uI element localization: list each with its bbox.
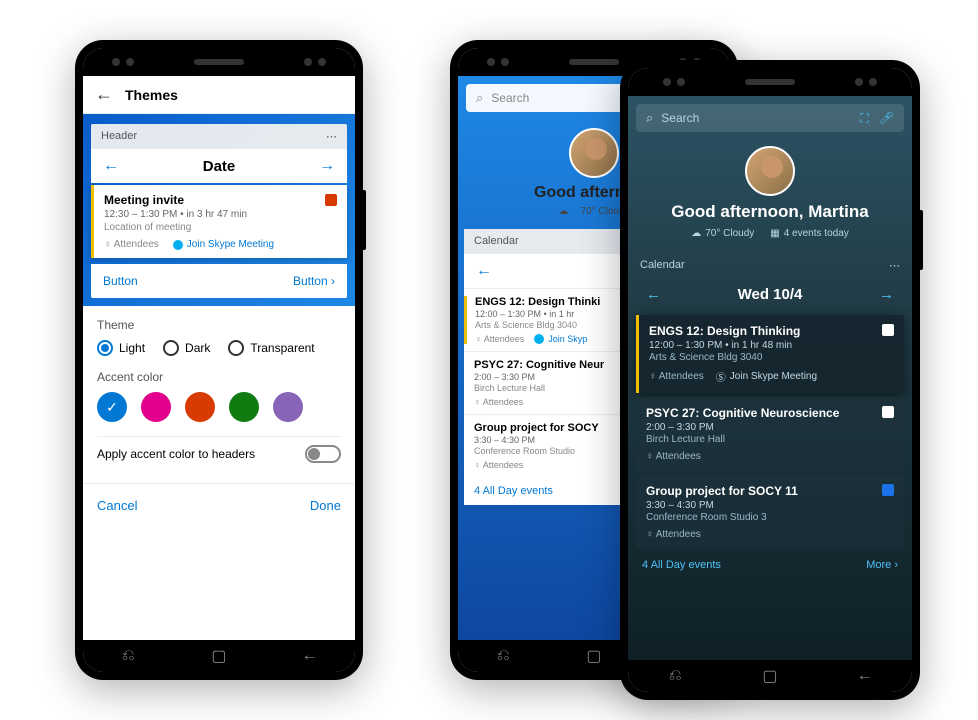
- next-arrow-icon[interactable]: →: [879, 286, 894, 303]
- skype-link[interactable]: Join Skyp: [534, 334, 587, 344]
- office-icon: [882, 324, 894, 336]
- done-button[interactable]: Done: [310, 498, 341, 513]
- radio-transparent[interactable]: Transparent: [228, 340, 314, 356]
- office-icon: [325, 194, 337, 206]
- calendar-icon: ▦: [770, 228, 779, 239]
- preview-button-left[interactable]: Button: [103, 274, 138, 288]
- calendar-panel: Calendar ⋯ ← Wed 10/4 → ENGS 12: Design …: [636, 253, 904, 581]
- greeting-block: Good afternoon, Martina ☁ 70° Cloudy ▦ 4…: [628, 140, 912, 243]
- attendees-label[interactable]: ♀ Attendees: [646, 451, 701, 462]
- weather-icon: ☁: [691, 228, 701, 239]
- nav-home-icon[interactable]: ▢: [211, 648, 227, 664]
- calendar-date: Wed 10/4: [738, 286, 803, 303]
- attendees-label[interactable]: ♀ Attendees: [104, 239, 159, 250]
- apply-header-label: Apply accent color to headers: [97, 447, 255, 461]
- more-icon[interactable]: ⋯: [889, 259, 900, 272]
- search-input[interactable]: ⌕ Search ⛶ 🎤︎: [636, 104, 904, 132]
- nav-home-icon[interactable]: ▢: [762, 668, 778, 684]
- accent-color-blue[interactable]: ✓: [97, 392, 127, 422]
- calendar-label: Calendar: [640, 259, 685, 272]
- theme-preview: Header ⋯ ← Date → Meeting invite 12:30 –…: [83, 114, 355, 306]
- all-day-link[interactable]: 4 All Day events: [642, 559, 721, 571]
- themes-header: ← Themes: [83, 76, 355, 114]
- cancel-button[interactable]: Cancel: [97, 498, 137, 513]
- skype-icon: Ⓢ: [716, 369, 726, 384]
- event-location: Location of meeting: [104, 222, 337, 233]
- back-icon[interactable]: ←: [95, 84, 113, 105]
- phone-power-button: [363, 190, 366, 250]
- apply-header-toggle[interactable]: [305, 445, 341, 463]
- accent-color-pink[interactable]: [141, 392, 171, 422]
- preview-button-right[interactable]: Button ›: [293, 274, 335, 288]
- calendar-label: Calendar: [474, 235, 519, 248]
- phone-notch: [628, 68, 912, 96]
- search-placeholder: Search: [661, 111, 699, 125]
- event-title: Meeting invite: [104, 193, 184, 207]
- avatar[interactable]: [745, 146, 795, 196]
- accent-label: Accent color: [97, 370, 341, 384]
- scan-icon[interactable]: ⛶: [860, 111, 868, 126]
- search-icon: ⌕: [646, 110, 653, 126]
- phone-themes: ← Themes Header ⋯ ← Date → Meeting invit…: [75, 40, 363, 680]
- radio-dark[interactable]: Dark: [163, 340, 210, 356]
- nav-back-icon[interactable]: ←: [302, 648, 318, 664]
- prev-arrow-icon[interactable]: ←: [476, 262, 492, 280]
- event-card[interactable]: Group project for SOCY 11 3:30 – 4:30 PM…: [636, 475, 904, 549]
- event-card[interactable]: PSYC 27: Cognitive Neuroscience 2:00 – 3…: [636, 397, 904, 471]
- skype-link[interactable]: Ⓢ Join Skype Meeting: [716, 369, 817, 384]
- theme-label: Theme: [97, 318, 341, 332]
- more-link[interactable]: More ›: [866, 559, 898, 571]
- radio-light[interactable]: Light: [97, 340, 145, 356]
- accent-color-purple[interactable]: [273, 392, 303, 422]
- avatar[interactable]: [569, 128, 619, 178]
- preview-date-row: ← Date →: [91, 149, 347, 183]
- events-today: 4 events today: [784, 228, 849, 239]
- skype-link[interactable]: Join Skype Meeting: [173, 239, 274, 250]
- nav-back-icon[interactable]: ←: [857, 668, 873, 684]
- office-icon: [882, 406, 894, 418]
- page-title: Themes: [125, 87, 178, 103]
- phone-launcher-dark: ⌕ Search ⛶ 🎤︎ Good afternoon, Martina ☁ …: [620, 60, 920, 700]
- preview-header-row: Header ⋯: [91, 124, 347, 149]
- event-time: 12:30 – 1:30 PM • in 3 hr 47 min: [104, 209, 337, 220]
- attendees-label[interactable]: ♀ Attendees: [474, 397, 523, 407]
- weather-text: 70° Cloudy: [705, 228, 754, 239]
- attendees-label[interactable]: ♀ Attendees: [649, 371, 704, 382]
- calendar-icon: [882, 484, 894, 496]
- event-card[interactable]: ENGS 12: Design Thinking 12:00 – 1:30 PM…: [636, 315, 904, 393]
- more-icon[interactable]: ⋯: [326, 130, 337, 143]
- nav-home-icon[interactable]: ▢: [586, 648, 602, 664]
- skype-icon: [173, 240, 183, 250]
- attendees-label[interactable]: ♀ Attendees: [474, 460, 523, 470]
- nav-recents-icon[interactable]: ⎌: [120, 648, 136, 664]
- preview-button-row: Button Button ›: [91, 264, 347, 298]
- preview-header-label: Header: [101, 130, 137, 143]
- preview-event-card[interactable]: Meeting invite 12:30 – 1:30 PM • in 3 hr…: [91, 185, 347, 258]
- check-icon: ✓: [106, 399, 118, 416]
- nav-recents-icon[interactable]: ⎌: [667, 668, 683, 684]
- prev-arrow-icon[interactable]: ←: [103, 157, 119, 175]
- mic-icon[interactable]: 🎤︎: [879, 111, 894, 126]
- accent-color-green[interactable]: [229, 392, 259, 422]
- accent-color-orange[interactable]: [185, 392, 215, 422]
- next-arrow-icon[interactable]: →: [319, 157, 335, 175]
- attendees-label[interactable]: ♀ Attendees: [646, 529, 701, 540]
- phone-notch: [83, 48, 355, 76]
- greeting-text: Good afternoon, Martina: [628, 202, 912, 222]
- search-placeholder: Search: [491, 91, 529, 105]
- preview-date: Date: [203, 158, 236, 175]
- search-icon: ⌕: [476, 90, 483, 106]
- phone-power-button: [920, 210, 923, 270]
- skype-icon: [534, 334, 544, 344]
- attendees-label[interactable]: ♀ Attendees: [475, 334, 524, 344]
- nav-recents-icon[interactable]: ⎌: [495, 648, 511, 664]
- weather-icon: ☁: [558, 206, 568, 217]
- prev-arrow-icon[interactable]: ←: [646, 286, 661, 303]
